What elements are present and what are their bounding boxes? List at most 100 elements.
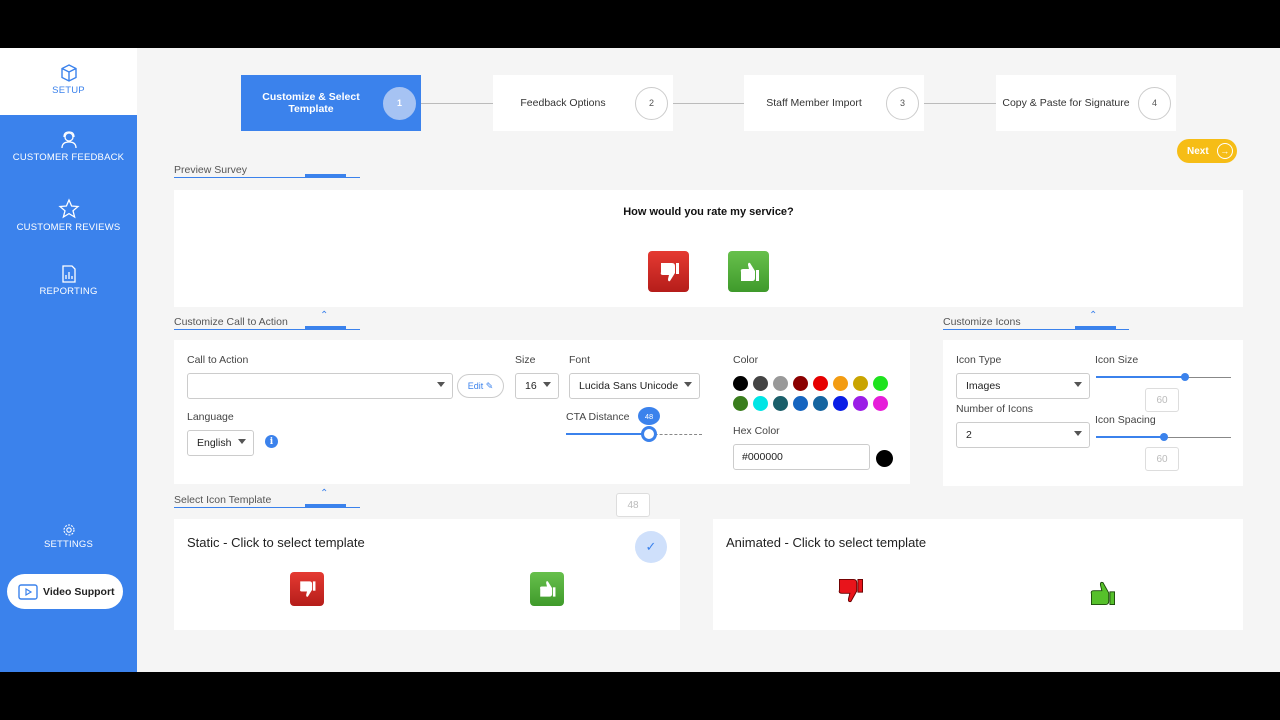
color-swatch[interactable] (853, 396, 868, 411)
box-icon (60, 64, 77, 82)
icon-spacing-label: Icon Spacing (1095, 414, 1156, 426)
color-swatch[interactable] (833, 376, 848, 391)
color-swatch[interactable] (873, 396, 888, 411)
arrow-right-icon: → (1216, 143, 1233, 159)
chevron-down-icon (1074, 431, 1082, 436)
number-of-icons-label: Number of Icons (956, 403, 1034, 415)
edit-label: Edit (467, 381, 484, 391)
color-swatch[interactable] (833, 396, 848, 411)
section-accent (305, 326, 346, 330)
section-accent (305, 174, 346, 178)
static-template-card[interactable]: Static - Click to select template ✓ (174, 519, 680, 630)
sidebar-item-label: SETTINGS (43, 539, 94, 550)
chevron-down-icon (238, 439, 246, 444)
gear-icon (62, 524, 75, 536)
survey-question: How would you rate my service? (623, 206, 794, 218)
step-number: 1 (383, 86, 416, 120)
step-connector (420, 103, 494, 104)
cta-distance-bubble-value: 48 (644, 411, 654, 421)
sidebar-item-label: CUSTOMER FEEDBACK (12, 152, 125, 163)
sidebar-item-customer-reviews[interactable]: CUSTOMER REVIEWS (0, 198, 137, 233)
sidebar-item-customer-feedback[interactable]: CUSTOMER FEEDBACK (0, 130, 137, 163)
color-swatch[interactable] (753, 396, 768, 411)
call-to-action-select[interactable] (187, 373, 453, 399)
icon-spacing-input[interactable]: 60 (1145, 447, 1179, 471)
sidebar: SETUP CUSTOMER FEEDBACK CUSTOMER REVIEWS… (0, 48, 137, 672)
edit-cta-button[interactable]: Edit ✎ (457, 374, 504, 398)
icon-type-label: Icon Type (956, 354, 1002, 366)
color-swatch[interactable] (793, 396, 808, 411)
cta-distance-knob[interactable] (641, 426, 657, 442)
sidebar-item-setup[interactable]: SETUP (0, 63, 137, 96)
collapse-icon[interactable]: ⌃ (320, 488, 328, 499)
color-swatch[interactable] (773, 376, 788, 391)
collapse-icon[interactable]: ⌃ (320, 310, 328, 321)
step-copy-paste-signature[interactable]: Copy & Paste for Signature 4 (996, 75, 1176, 131)
color-swatch[interactable] (853, 376, 868, 391)
language-select[interactable]: English (187, 430, 254, 456)
color-swatch[interactable] (873, 376, 888, 391)
icon-size-knob[interactable] (1181, 373, 1189, 381)
step-label: Staff Member Import (766, 97, 862, 109)
hex-color-input[interactable]: #000000 (733, 444, 870, 470)
color-swatch[interactable] (753, 376, 768, 391)
step-number: 2 (635, 86, 668, 120)
checkmark-icon: ✓ (635, 531, 667, 563)
customize-icons-header: Customize Icons (943, 316, 1021, 328)
icons-card: Icon Type Images Number of Icons 2 Icon … (943, 340, 1243, 486)
animated-template-title: Animated - Click to select template (726, 535, 927, 550)
section-accent (1075, 326, 1116, 330)
preview-survey-header: Preview Survey (174, 164, 247, 176)
video-support-button[interactable]: Video Support (7, 574, 123, 609)
color-label: Color (733, 354, 759, 366)
size-value: 16 (525, 380, 537, 392)
step-label: Feedback Options (520, 97, 606, 109)
section-accent (305, 504, 346, 508)
sidebar-item-label: CUSTOMER REVIEWS (16, 222, 121, 233)
icon-size-fill (1096, 376, 1185, 378)
sidebar-item-reporting[interactable]: REPORTING (0, 264, 137, 297)
chevron-down-icon (1074, 382, 1082, 387)
icon-size-label: Icon Size (1095, 354, 1139, 366)
step-number: 3 (886, 86, 919, 120)
cta-distance-input[interactable]: 48 (616, 493, 650, 517)
select-icon-template-header: Select Icon Template (174, 494, 272, 506)
color-swatch[interactable] (793, 376, 808, 391)
thumbs-up-button[interactable] (728, 251, 769, 292)
color-swatch[interactable] (773, 396, 788, 411)
preview-survey-card: How would you rate my service? (174, 190, 1243, 307)
static-thumbs-up (530, 572, 564, 606)
cta-distance-bubble: 48 (638, 407, 660, 425)
cta-distance-slider[interactable] (566, 476, 702, 488)
cta-distance-label: CTA Distance (566, 411, 630, 423)
star-icon (57, 198, 80, 219)
number-of-icons-select[interactable]: 2 (956, 422, 1090, 448)
step-label: Copy & Paste for Signature (1002, 97, 1130, 109)
sidebar-item-settings[interactable]: SETTINGS (0, 523, 137, 550)
animated-thumbs-down-icon (838, 579, 863, 603)
step-connector (923, 103, 997, 104)
size-select[interactable]: 16 (515, 373, 559, 399)
icon-spacing-knob[interactable] (1160, 433, 1168, 441)
static-template-title: Static - Click to select template (187, 535, 365, 550)
color-swatch[interactable] (813, 396, 828, 411)
icon-size-input[interactable]: 60 (1145, 388, 1179, 412)
icon-type-value: Images (966, 380, 1001, 392)
step-staff-member-import[interactable]: Staff Member Import 3 (744, 75, 924, 131)
font-select[interactable]: Lucida Sans Unicode (569, 373, 700, 399)
sidebar-item-label: REPORTING (39, 286, 98, 297)
animated-template-card[interactable]: Animated - Click to select template (713, 519, 1243, 630)
icon-spacing-fill (1096, 436, 1164, 438)
color-swatch[interactable] (733, 396, 748, 411)
step-customize-select-template[interactable]: Customize & Select Template 1 (241, 75, 421, 131)
step-feedback-options[interactable]: Feedback Options 2 (493, 75, 673, 131)
next-button[interactable]: Next → (1177, 139, 1237, 163)
thumbs-down-button[interactable] (648, 251, 689, 292)
info-icon[interactable]: i (265, 435, 278, 448)
collapse-icon[interactable]: ⌃ (1089, 310, 1097, 321)
color-swatch[interactable] (813, 376, 828, 391)
icon-type-select[interactable]: Images (956, 373, 1090, 399)
pencil-icon: ✎ (485, 380, 494, 391)
color-swatch[interactable] (733, 376, 748, 391)
sidebar-item-label: SETUP (52, 85, 85, 96)
